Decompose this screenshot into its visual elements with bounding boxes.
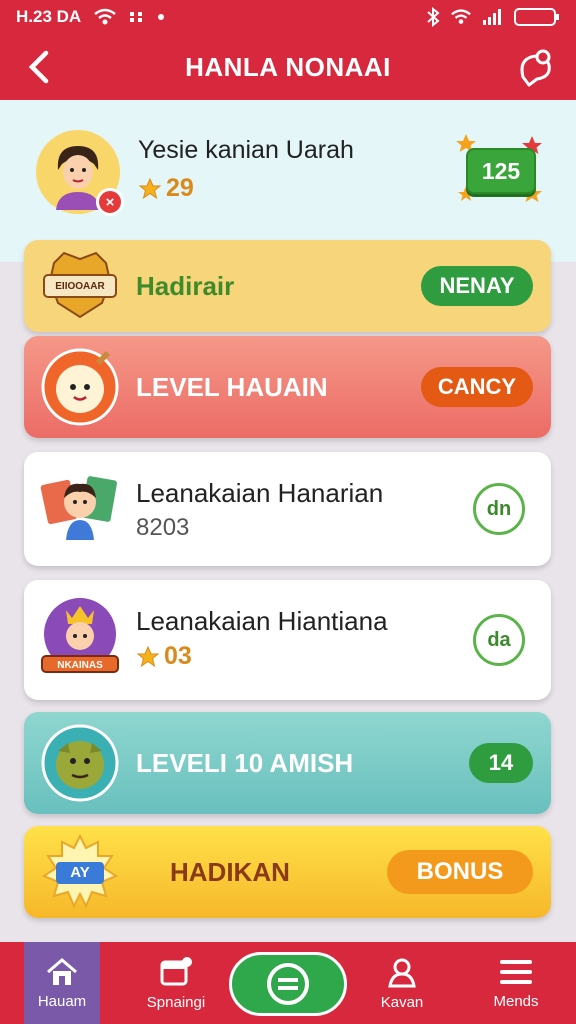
chat-bubble-icon	[520, 49, 551, 87]
nav-home[interactable]: Hauam	[24, 942, 100, 1024]
nav-spnaingi[interactable]: Spnaingi	[126, 942, 226, 1024]
top-bar: H.23 DA HANLA NONAAI	[0, 0, 576, 100]
wifi-signal-icon	[450, 8, 472, 26]
bluetooth-icon	[426, 7, 440, 27]
nav-label: Kavan	[380, 993, 424, 1011]
page-title: HANLA NONAAI	[185, 51, 391, 82]
card-label: Leanakaian Hiantiana	[136, 606, 388, 636]
character-paint-icon	[40, 347, 120, 427]
profile-icon	[388, 958, 416, 987]
card-leanakaian-hanarian[interactable]: Leanakaian Hanarian 8203 dn	[24, 452, 551, 566]
sun-badge-icon: AY	[40, 832, 120, 912]
card-leanakaian-hiantiana[interactable]: NKAINAS Leanakaian Hiantiana 03 da	[24, 580, 551, 700]
card-hadirair[interactable]: EIIOOAAR Hadirair NENAY	[24, 240, 551, 332]
wifi-icon	[93, 8, 117, 26]
badge-emblem-icon: EIIOOAAR	[40, 246, 120, 326]
da-button[interactable]: da	[473, 614, 525, 666]
status-time: H.23 DA	[16, 7, 82, 26]
help-button[interactable]	[514, 46, 556, 88]
nav-label: Hauam	[37, 992, 87, 1010]
nenay-button[interactable]: NENAY	[421, 266, 533, 306]
back-button[interactable]	[20, 48, 56, 86]
card-label: LEVEL HAUAIN	[136, 371, 328, 402]
card-label: Leanakaian Hanarian	[136, 478, 384, 508]
star-icon	[136, 645, 160, 667]
profile-stars: 29	[138, 174, 194, 203]
dn-button[interactable]: dn	[473, 483, 525, 535]
character-map-icon	[40, 468, 120, 548]
card-level-hauain[interactable]: LEVEL HAUAIN CANCY	[24, 336, 551, 438]
badge-text: AY	[70, 863, 90, 881]
card-star-count: 03	[164, 642, 192, 670]
character-crown-icon: NKAINAS	[40, 598, 120, 678]
card-label: HADIKAN	[170, 856, 290, 887]
nav-kavan[interactable]: Kavan	[352, 942, 452, 1024]
badge-text: EIIOOAAR	[55, 280, 105, 292]
cancy-button[interactable]: CANCY	[421, 367, 533, 407]
score-badge: 125	[456, 134, 544, 208]
star-icon	[138, 177, 162, 199]
avatar[interactable]: ×	[36, 130, 124, 216]
level-count-badge[interactable]: 14	[469, 743, 533, 783]
badge-text: NKAINAS	[57, 660, 103, 671]
card-stars: 03	[136, 642, 192, 671]
cell-signal-icon	[482, 8, 504, 26]
calendar-icon	[160, 956, 192, 985]
notification-dots-icon	[129, 10, 145, 24]
nav-label: Spnaingi	[146, 993, 206, 1011]
center-action-button[interactable]	[229, 952, 347, 1016]
home-icon	[47, 957, 77, 985]
hamburger-menu-icon	[500, 959, 532, 984]
nav-label: Mends	[493, 992, 539, 1010]
status-bar: H.23 DA	[0, 0, 576, 34]
bonus-button[interactable]: BONUS	[387, 850, 533, 894]
battery-icon	[514, 7, 560, 27]
profile-name: Yesie kanian Uarah	[138, 136, 354, 164]
monster-face-icon	[40, 723, 120, 803]
card-label: Hadirair	[136, 270, 235, 301]
remove-badge-icon[interactable]: ×	[96, 188, 124, 216]
header: HANLA NONAAI	[0, 34, 576, 100]
card-label: LEVELI 10 AMISH	[136, 747, 354, 778]
card-leveli-10-amish[interactable]: LEVELI 10 AMISH 14	[24, 712, 551, 814]
nav-mends[interactable]: Mends	[466, 942, 566, 1024]
profile-star-count: 29	[166, 174, 194, 202]
bottom-nav: Hauam Spnaingi Kavan Mends	[0, 942, 576, 1024]
score-value: 125	[466, 148, 536, 194]
card-value: 8203	[136, 514, 190, 541]
dot-icon	[157, 13, 165, 21]
menu-circle-icon	[267, 963, 309, 1005]
card-hadikan[interactable]: AY HADIKAN BONUS	[24, 826, 551, 918]
chevron-left-icon	[28, 50, 49, 84]
